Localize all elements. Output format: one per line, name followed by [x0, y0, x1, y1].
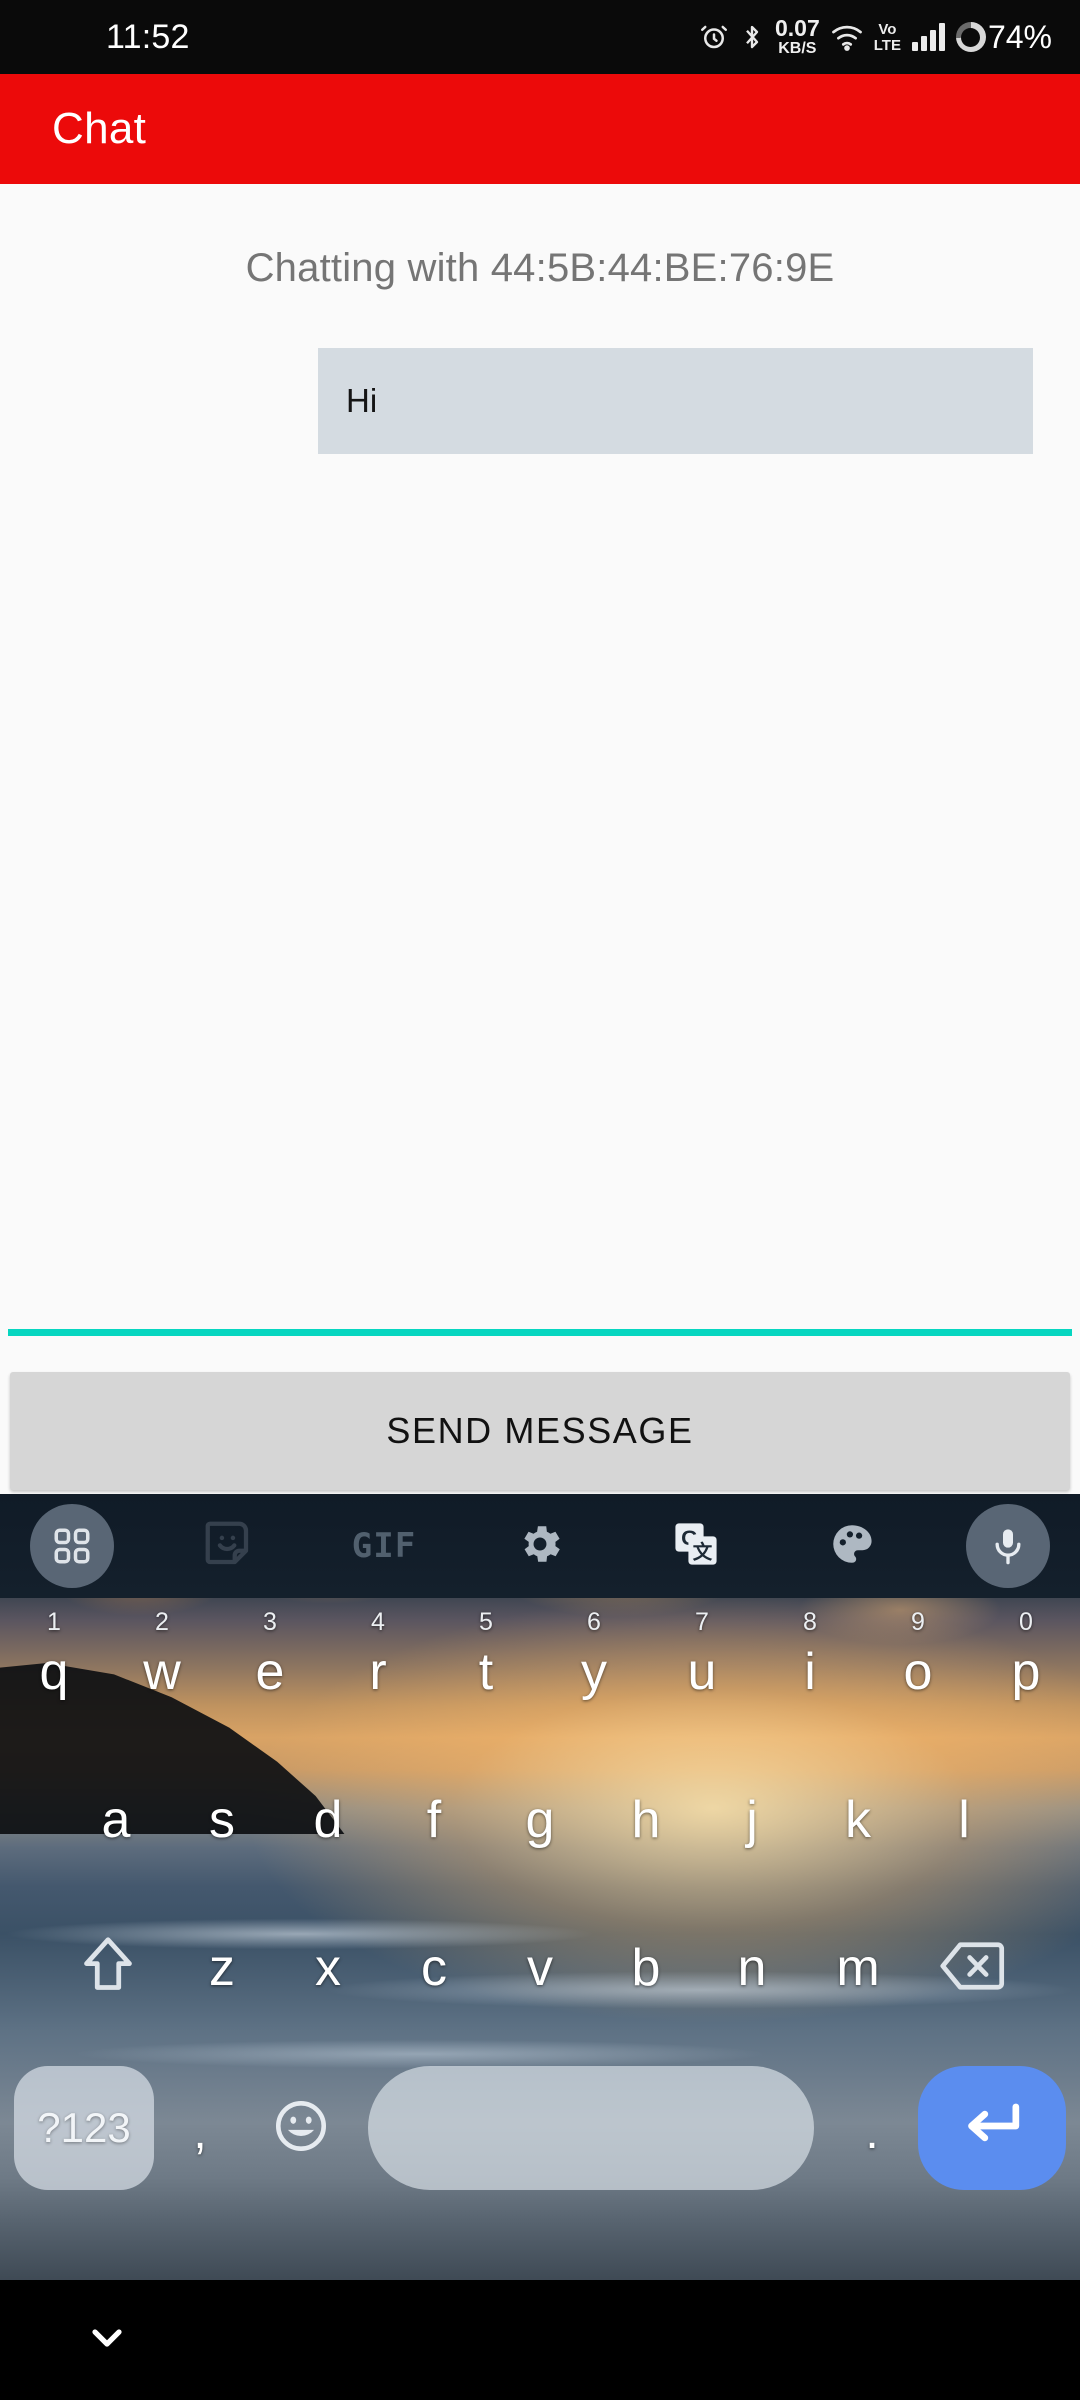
- alarm-icon: [699, 22, 729, 52]
- key-b[interactable]: b: [593, 1938, 699, 1998]
- key-j[interactable]: j: [699, 1790, 805, 1850]
- battery-percent-label: 74%: [987, 18, 1052, 55]
- volte-icon: Vo LTE: [873, 20, 901, 54]
- keyboard-row-3: z x c v b n m: [0, 1894, 1080, 2042]
- keyboard-row-4: ?123 , .: [0, 2042, 1080, 2214]
- backspace-key[interactable]: [911, 1940, 1033, 1997]
- key-z[interactable]: z: [169, 1938, 275, 1998]
- status-bar-clock: 11:52: [106, 17, 190, 56]
- send-message-button[interactable]: SEND MESSAGE: [10, 1372, 1070, 1490]
- svg-text:文: 文: [693, 1540, 713, 1563]
- status-bar-icons: 0.07 KB/S Vo LTE 74%: [699, 17, 1052, 57]
- translate-icon: G 文: [670, 1518, 722, 1575]
- key-t[interactable]: 5t: [432, 1608, 540, 1702]
- keyboard-toolbar: GIF G 文: [0, 1494, 1080, 1598]
- theme-palette-icon: [827, 1519, 877, 1574]
- key-g[interactable]: g: [487, 1790, 593, 1850]
- backspace-icon: [939, 1940, 1005, 1997]
- space-key[interactable]: [368, 2066, 814, 2190]
- key-q[interactable]: 1q: [0, 1608, 108, 1702]
- message-text: Hi: [346, 382, 378, 419]
- settings-gear-icon: [515, 1519, 565, 1574]
- navigation-bar: [0, 2280, 1080, 2400]
- key-v[interactable]: v: [487, 1938, 593, 1998]
- chat-body: Chatting with 44:5B:44:BE:76:9E Hi: [0, 184, 1080, 1494]
- key-o[interactable]: 9o: [864, 1608, 972, 1702]
- key-i[interactable]: 8i: [756, 1608, 864, 1702]
- comma-key[interactable]: ,: [154, 2066, 246, 2190]
- key-c[interactable]: c: [381, 1938, 487, 1998]
- app-bar: Chat: [0, 74, 1080, 184]
- key-h[interactable]: h: [593, 1790, 699, 1850]
- keyboard-settings-button[interactable]: [488, 1494, 592, 1598]
- enter-key[interactable]: [918, 2066, 1066, 2190]
- key-m[interactable]: m: [805, 1938, 911, 1998]
- emoji-icon: [272, 2097, 330, 2160]
- network-speed-indicator: 0.07 KB/S: [774, 15, 820, 57]
- wifi-icon: [831, 23, 863, 51]
- enter-icon: [961, 2099, 1023, 2158]
- send-message-label: SEND MESSAGE: [386, 1410, 694, 1451]
- bluetooth-icon: [740, 22, 764, 52]
- symbols-key[interactable]: ?123: [14, 2066, 154, 2190]
- signal-icon: [911, 23, 945, 51]
- key-d[interactable]: d: [275, 1790, 381, 1850]
- keyboard-row-2: a s d f g h j k l: [0, 1746, 1080, 1894]
- chevron-down-icon: [85, 2323, 129, 2358]
- key-x[interactable]: x: [275, 1938, 381, 1998]
- sticker-icon: [201, 1517, 255, 1576]
- phone-screen: 11:52 0.07 KB/S Vo LTE 74% Chat Chatting…: [0, 0, 1080, 2400]
- key-s[interactable]: s: [169, 1790, 275, 1850]
- gif-button[interactable]: GIF: [332, 1494, 436, 1598]
- battery-icon: 74%: [955, 18, 1052, 56]
- status-bar: 11:52 0.07 KB/S Vo LTE 74%: [0, 0, 1080, 74]
- translate-button[interactable]: G 文: [644, 1494, 748, 1598]
- sticker-button[interactable]: [176, 1494, 280, 1598]
- hide-keyboard-button[interactable]: [72, 2305, 142, 2375]
- divider: [8, 1329, 1072, 1336]
- apps-grid-icon: [30, 1504, 114, 1588]
- key-r[interactable]: 4r: [324, 1608, 432, 1702]
- key-w[interactable]: 2w: [108, 1608, 216, 1702]
- theme-button[interactable]: [800, 1494, 904, 1598]
- shift-icon: [79, 1935, 137, 2002]
- emoji-key[interactable]: [246, 2066, 356, 2190]
- key-u[interactable]: 7u: [648, 1608, 756, 1702]
- voice-input-button[interactable]: [956, 1494, 1060, 1598]
- keyboard-row-1: 1q 2w 3e 4r 5t 6y 7u 8i 9o 0p: [0, 1598, 1080, 1746]
- on-screen-keyboard: GIF G 文: [0, 1494, 1080, 2280]
- keyboard-keys: 1q 2w 3e 4r 5t 6y 7u 8i 9o 0p a s d f g …: [0, 1598, 1080, 2280]
- microphone-icon: [966, 1504, 1050, 1588]
- key-k[interactable]: k: [805, 1790, 911, 1850]
- key-l[interactable]: l: [911, 1790, 1017, 1850]
- key-p[interactable]: 0p: [972, 1608, 1080, 1702]
- gif-icon: GIF: [351, 1526, 417, 1566]
- key-y[interactable]: 6y: [540, 1608, 648, 1702]
- key-e[interactable]: 3e: [216, 1608, 324, 1702]
- message-bubble: Hi: [318, 348, 1033, 454]
- key-n[interactable]: n: [699, 1938, 805, 1998]
- shift-key[interactable]: [47, 1935, 169, 2002]
- key-f[interactable]: f: [381, 1790, 487, 1850]
- chat-peer-label: Chatting with 44:5B:44:BE:76:9E: [245, 246, 835, 290]
- apps-grid-button[interactable]: [20, 1494, 124, 1598]
- page-title: Chat: [52, 104, 147, 153]
- key-a[interactable]: a: [63, 1790, 169, 1850]
- period-key[interactable]: .: [826, 2066, 918, 2190]
